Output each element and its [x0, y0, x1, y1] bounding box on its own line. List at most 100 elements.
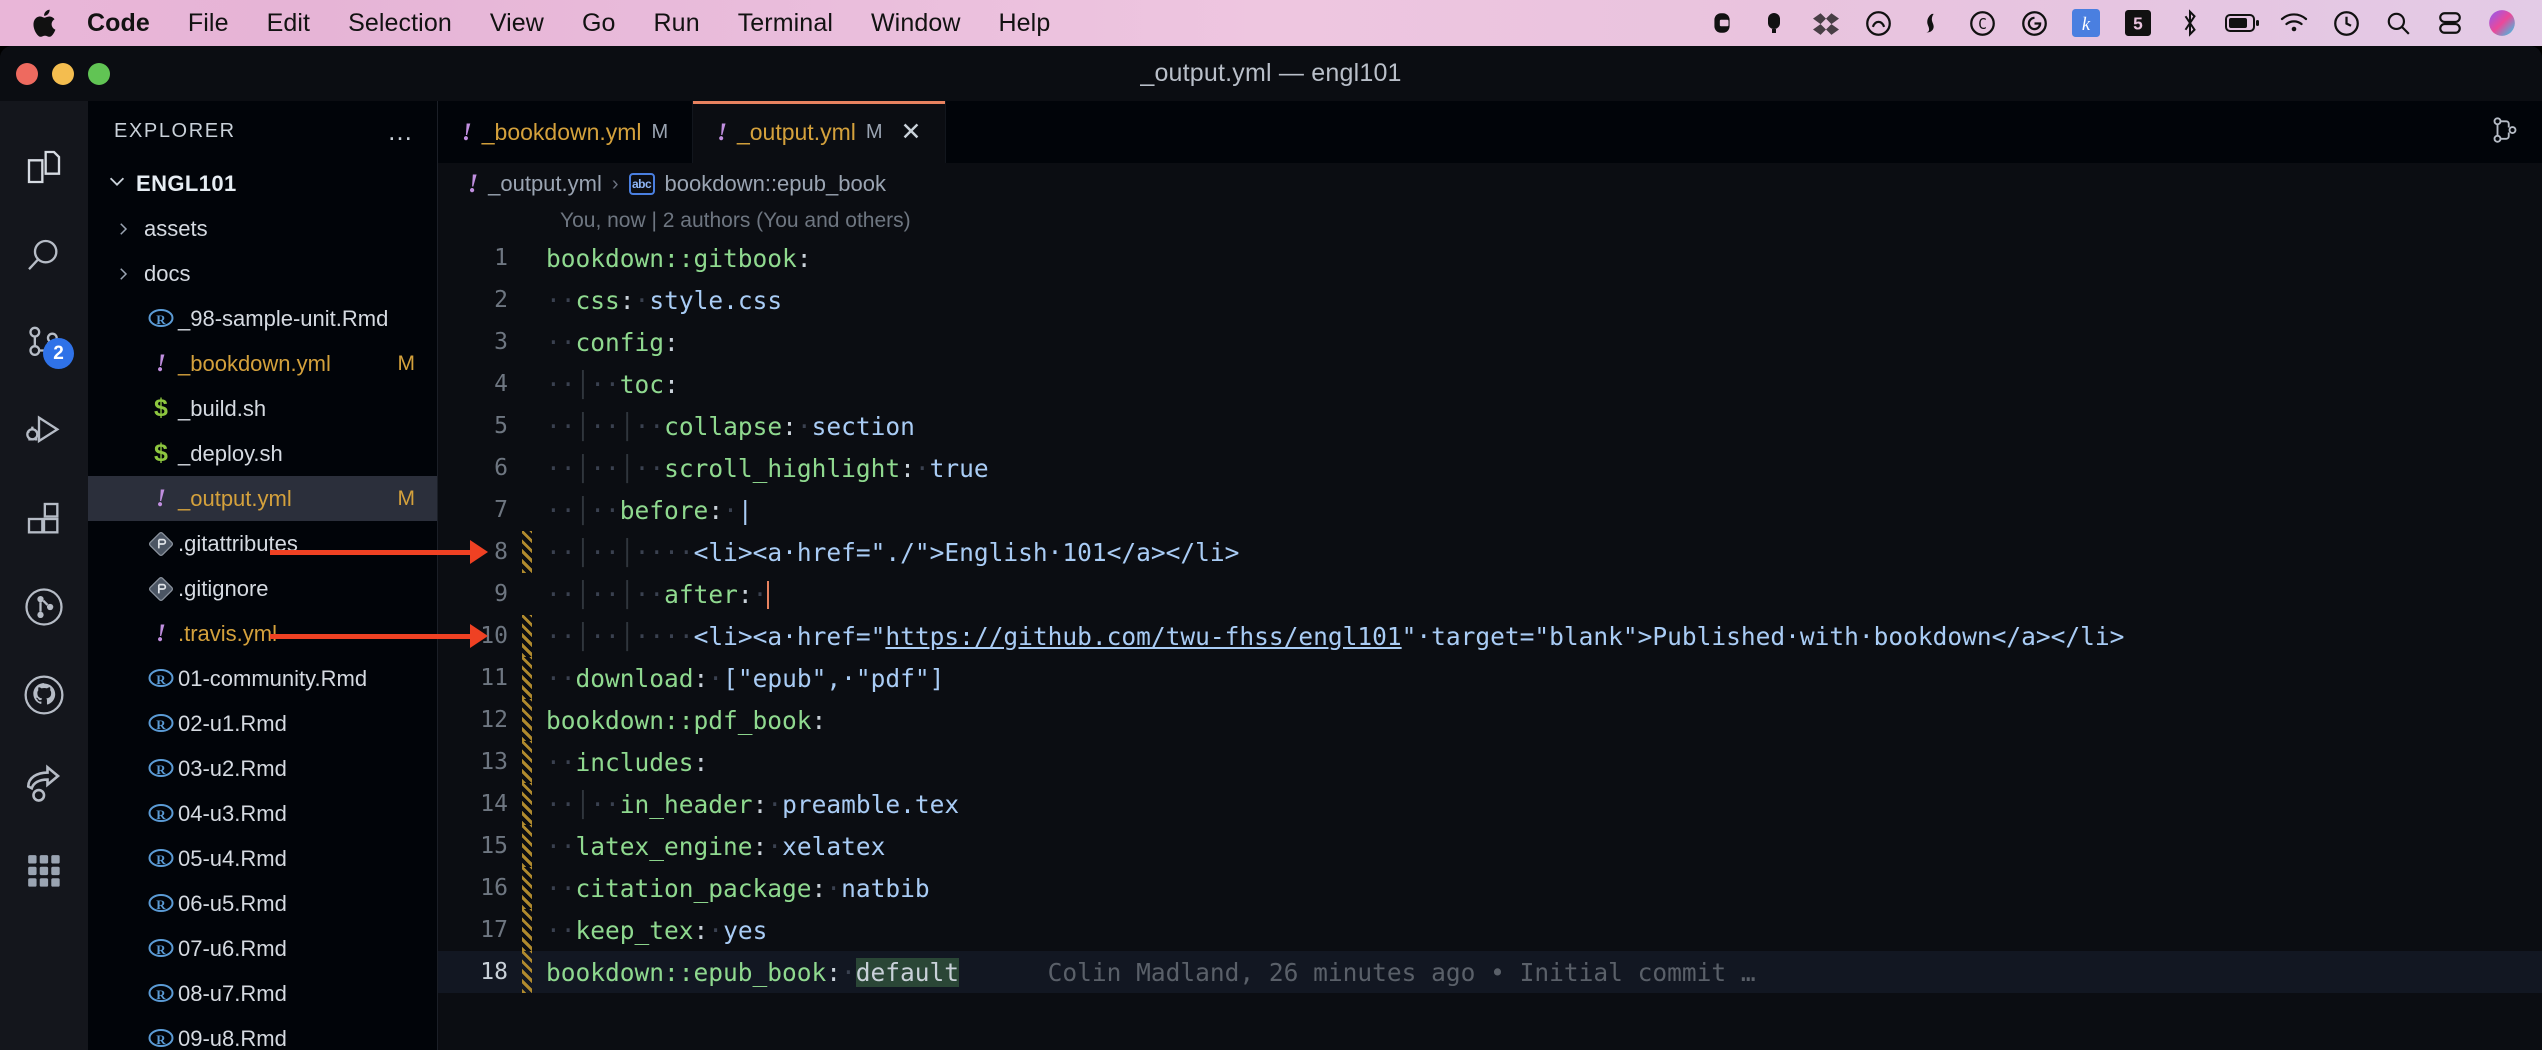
copyright-shield-icon[interactable]: C [1956, 0, 2008, 46]
grammarly-icon[interactable] [2008, 0, 2060, 46]
sidebar-item-explorer[interactable] [0, 123, 88, 211]
explorer-more-actions-icon[interactable]: … [387, 118, 415, 144]
kite-icon[interactable]: k [2060, 0, 2112, 46]
explorer-item-label: assets [144, 215, 208, 241]
sidebar-item-run-and-debug[interactable] [0, 387, 88, 475]
sidebar-item-github[interactable] [0, 651, 88, 739]
todoist-icon[interactable] [1904, 0, 1956, 46]
code-line-3[interactable]: 3 ··config: [438, 321, 2542, 363]
camera-video-icon[interactable] [1696, 0, 1748, 46]
bluetooth-icon[interactable] [2164, 0, 2216, 46]
explorer-item-07-u6-rmd[interactable]: R 07-u6.Rmd [88, 926, 437, 971]
sidebar-item-live-share[interactable] [0, 739, 88, 827]
activity-bar: 2 [0, 101, 88, 1050]
menu-item-terminal[interactable]: Terminal [719, 9, 852, 38]
explorer-item-01-community-rmd[interactable]: R 01-community.Rmd [88, 656, 437, 701]
code-editor[interactable]: 1 bookdown::gitbook: 2 ··css:·style.css 3 ··c… [438, 237, 2542, 1050]
line-number: 13 [480, 749, 508, 775]
line-number: 6 [494, 455, 508, 481]
menu-item-file[interactable]: File [169, 9, 248, 38]
code-line-5[interactable]: 5 ··│··│··collapse:·section [438, 405, 2542, 447]
explorer-item-08-u7-rmd[interactable]: R 08-u7.Rmd [88, 971, 437, 1016]
creative-cloud-icon[interactable] [1852, 0, 1904, 46]
svg-text:R: R [156, 717, 166, 732]
code-line-9[interactable]: 9 ··│··│··after:· [438, 573, 2542, 615]
close-icon[interactable]: ✕ [901, 117, 922, 147]
code-token: · [752, 579, 768, 609]
explorer-item-label: 08-u7.Rmd [178, 980, 287, 1006]
explorer-header: EXPLORER … [88, 101, 437, 161]
git-change-indicator [522, 615, 532, 657]
time-machine-icon[interactable] [2320, 0, 2372, 46]
explorer-item-assets[interactable]: assets [88, 206, 437, 251]
code-line-6[interactable]: 6 ··│··│··scroll_highlight:·true [438, 447, 2542, 489]
sidebar-item-apps-grid[interactable] [0, 827, 88, 915]
control-center-icon[interactable] [2424, 0, 2476, 46]
minimize-button[interactable] [52, 62, 74, 85]
menu-item-selection[interactable]: Selection [329, 9, 471, 38]
menu-item-edit[interactable]: Edit [248, 9, 329, 38]
code-token: ·· [546, 621, 576, 651]
code-line-15[interactable]: 15 ··latex_engine:·xelatex [438, 825, 2542, 867]
code-line-18[interactable]: 18 bookdown::epub_book:·default Colin Mad… [438, 951, 2542, 993]
code-line-2[interactable]: 2 ··css:·style.css [438, 279, 2542, 321]
code-line-8[interactable]: 8 ··│··│····<li><a·href="./">English·101<… [438, 531, 2542, 573]
explorer-item-05-u4-rmd[interactable]: R 05-u4.Rmd [88, 836, 437, 881]
explorer-item-docs[interactable]: docs [88, 251, 437, 296]
siri-icon[interactable] [2476, 0, 2528, 46]
explorer-item-06-u5-rmd[interactable]: R 06-u5.Rmd [88, 881, 437, 926]
explorer-item-02-u1-rmd[interactable]: R 02-u1.Rmd [88, 701, 437, 746]
code-line-14[interactable]: 14 ··│··in_header:·preamble.tex [438, 783, 2542, 825]
tab--output-yml[interactable]: ! _output.yml M ✕ [693, 101, 947, 163]
code-line-1[interactable]: 1 bookdown::gitbook: [438, 237, 2542, 279]
code-line-text: ··keep_tex:·yes [532, 916, 767, 945]
spotlight-search-icon[interactable] [2372, 0, 2424, 46]
breadcrumb-symbol[interactable]: bookdown::epub_book [665, 171, 886, 197]
battery-icon[interactable] [2216, 0, 2268, 46]
code-line-13[interactable]: 13 ··includes: [438, 741, 2542, 783]
sidebar-item-source-control[interactable]: 2 [0, 299, 88, 387]
code-line-11[interactable]: 11 ··download:·["epub",·"pdf"] [438, 657, 2542, 699]
code-line-7[interactable]: 7 ··│··before:·| [438, 489, 2542, 531]
code-line-12[interactable]: 12 bookdown::pdf_book: [438, 699, 2542, 741]
git-change-indicator [522, 909, 532, 951]
menu-item-help[interactable]: Help [980, 9, 1070, 38]
explorer-item--gitignore[interactable]: .gitignore [88, 566, 437, 611]
menu-item-view[interactable]: View [471, 9, 563, 38]
tab-dirty-indicator: M [865, 120, 883, 143]
code-line-4[interactable]: 4 ··│··toc: [438, 363, 2542, 405]
sidebar-item-gitlens[interactable] [0, 563, 88, 651]
r-icon: R [148, 668, 174, 687]
code-line-10[interactable]: 10 ··│··│····<li><a·href="https://github.… [438, 615, 2542, 657]
sidebar-item-extensions[interactable] [0, 475, 88, 563]
menu-item-code[interactable]: Code [68, 9, 169, 38]
breadcrumb-file[interactable]: _output.yml [488, 171, 602, 197]
dropbox-icon[interactable] [1800, 0, 1852, 46]
menu-item-run[interactable]: Run [635, 9, 719, 38]
wifi-icon[interactable] [2268, 0, 2320, 46]
apple-logo-icon[interactable] [22, 8, 68, 39]
close-button[interactable] [16, 62, 38, 85]
explorer-item--build-sh[interactable]: $ _build.sh [88, 386, 437, 431]
sidebar-item-search[interactable] [0, 211, 88, 299]
code-line-17[interactable]: 17 ··keep_tex:·yes [438, 909, 2542, 951]
explorer-item-03-u2-rmd[interactable]: R 03-u2.Rmd [88, 746, 437, 791]
explorer-item-09-u8-rmd[interactable]: R 09-u8.Rmd [88, 1016, 437, 1050]
explorer-item--98-sample-unit-rmd[interactable]: R _98-sample-unit.Rmd [88, 296, 437, 341]
explorer-item--output-yml[interactable]: ! _output.yml M [88, 476, 437, 521]
explorer-item--deploy-sh[interactable]: $ _deploy.sh [88, 431, 437, 476]
zoom-button[interactable] [88, 62, 110, 85]
explorer-item--gitattributes[interactable]: .gitattributes [88, 521, 437, 566]
five-badge-icon[interactable]: 5 [2112, 0, 2164, 46]
code-token: in_header [619, 789, 753, 819]
explorer-item-04-u3-rmd[interactable]: R 04-u3.Rmd [88, 791, 437, 836]
tab--bookdown-yml[interactable]: ! _bookdown.yml M [438, 101, 694, 163]
microphone-icon[interactable] [1748, 0, 1800, 46]
breadcrumb: ! _output.yml › abc bookdown::epub_book [438, 163, 2542, 205]
menu-item-go[interactable]: Go [563, 9, 635, 38]
menu-item-window[interactable]: Window [852, 9, 980, 38]
explorer-root-folder[interactable]: ENGL101 [88, 161, 437, 206]
code-line-16[interactable]: 16 ··citation_package:·natbib [438, 867, 2542, 909]
explorer-item--bookdown-yml[interactable]: ! _bookdown.yml M [88, 341, 437, 386]
split-editor-icon[interactable] [2490, 115, 2520, 150]
